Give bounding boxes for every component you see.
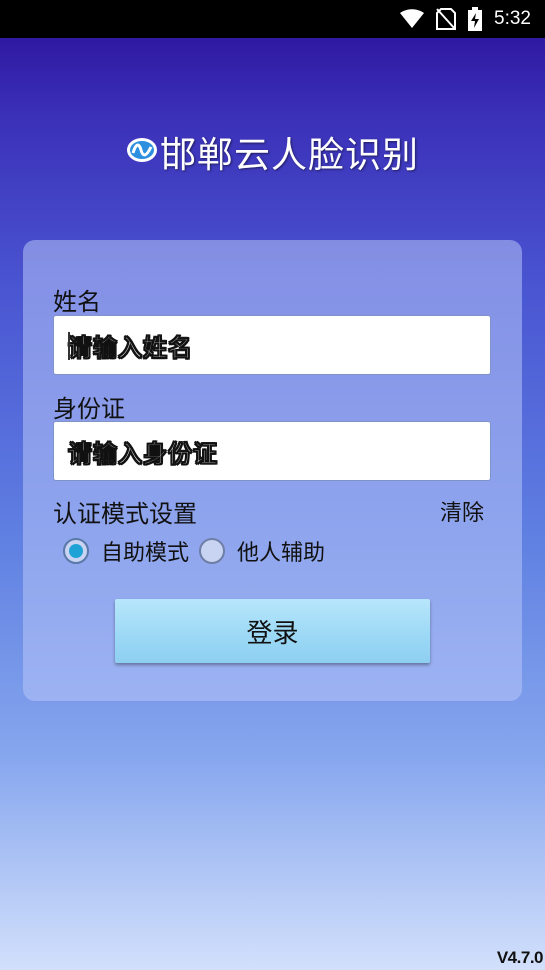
battery-charging-icon: [468, 7, 483, 31]
name-input[interactable]: 请输入姓名: [53, 315, 491, 375]
name-placeholder: 请输入姓名: [68, 333, 193, 362]
auth-mode-radio-group: 自助模式 他人辅助: [63, 535, 335, 567]
wifi-icon: [400, 9, 425, 29]
status-time: 5:32: [494, 8, 531, 29]
radio-unchecked-icon[interactable]: [199, 538, 226, 564]
id-number-input[interactable]: 请输入身份证: [53, 421, 491, 481]
radio-self-service[interactable]: 自助模式: [63, 535, 189, 567]
no-sim-icon: [436, 8, 457, 30]
login-button[interactable]: 登录: [115, 599, 430, 663]
app-title: 邯郸云人脸识别: [159, 135, 419, 176]
login-card: 姓名 请输入姓名 身份证 请输入身份证 认证模式设置 清除 自助模式 他人辅助 …: [23, 240, 522, 701]
name-label: 姓名: [53, 288, 101, 316]
radio-self-service-label: 自助模式: [101, 541, 190, 566]
id-placeholder: 请输入身份证: [68, 439, 218, 468]
radio-assisted[interactable]: 他人辅助: [199, 535, 325, 567]
app-logo-icon: [126, 135, 158, 169]
auth-mode-label: 认证模式设置: [53, 500, 197, 528]
radio-checked-icon[interactable]: [63, 538, 89, 564]
text-caret: [68, 332, 70, 360]
clear-button[interactable]: 清除: [440, 495, 484, 527]
id-label: 身份证: [53, 395, 125, 423]
version-label: V4.7.0: [496, 948, 544, 967]
app-header: 邯郸云人脸识别: [0, 126, 545, 178]
status-bar: 5:32: [0, 0, 545, 38]
radio-assisted-label: 他人辅助: [237, 541, 326, 566]
